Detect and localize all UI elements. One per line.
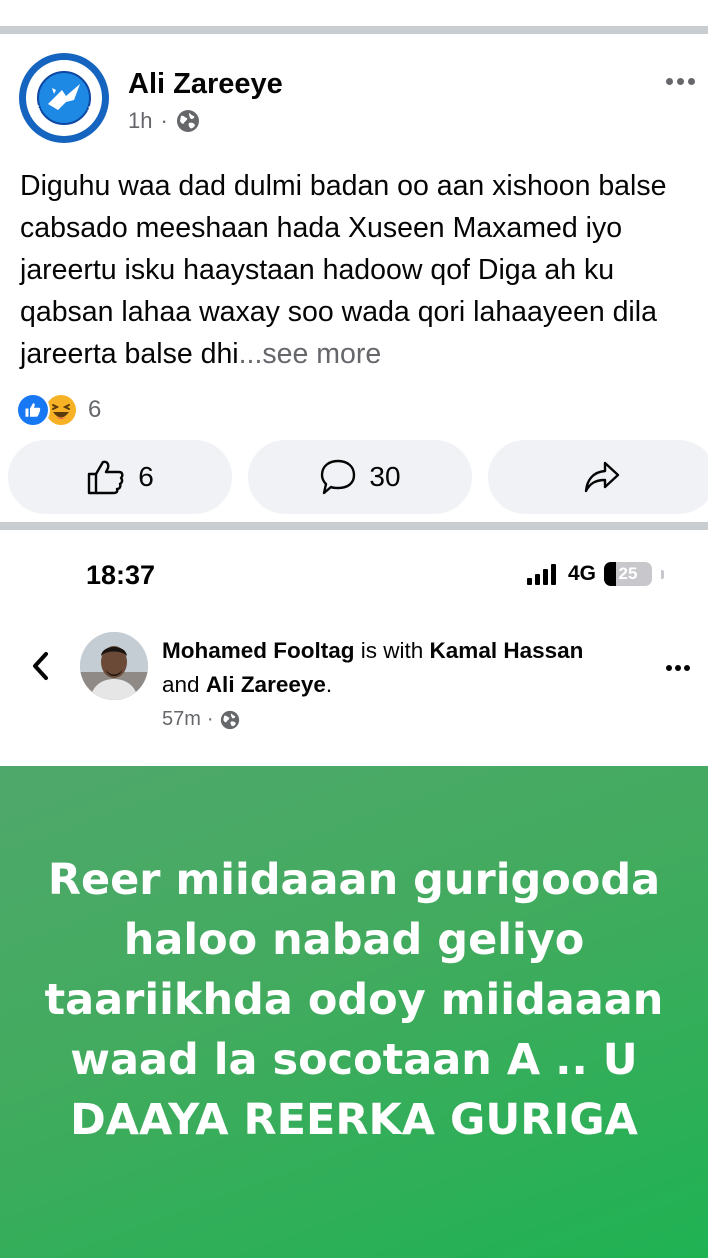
thumbs-up-icon <box>88 460 124 495</box>
xornimo-logo-icon: WARBAAHINTA WARARKA XORNIMO XORNIMO NEWS… <box>18 52 109 143</box>
shared-meta: 57m · <box>162 708 240 731</box>
comment-icon <box>321 459 356 495</box>
more-dot <box>684 665 690 671</box>
battery-icon: 25 <box>604 562 652 586</box>
more-dot <box>666 665 672 671</box>
reaction-summary[interactable]: 6 <box>16 392 101 428</box>
globe-icon <box>220 710 239 729</box>
reaction-count: 6 <box>88 396 102 423</box>
more-dot <box>687 77 695 85</box>
page-avatar[interactable]: WARBAAHINTA WARARKA XORNIMO XORNIMO NEWS… <box>18 52 110 144</box>
person-photo-icon <box>80 632 148 700</box>
like-count: 6 <box>138 461 154 492</box>
share-arrow-icon <box>584 461 620 493</box>
shared-post-header: Mohamed Fooltag is with Kamal Hassan and… <box>0 620 708 750</box>
share-button[interactable] <box>488 440 708 514</box>
battery-level: 25 <box>618 564 638 583</box>
more-dot <box>665 77 673 85</box>
post-body: Diguhu waa dad dulmi badan oo aan xishoo… <box>20 165 700 375</box>
shared-options-button[interactable] <box>662 658 694 678</box>
like-button[interactable]: 6 <box>8 440 232 514</box>
with-text: is with <box>360 638 424 663</box>
status-time: 18:37 <box>86 560 156 590</box>
post-meta: 1h · <box>128 108 200 134</box>
feed-divider <box>0 522 708 530</box>
text-post-card[interactable]: Reer miidaaan gurigooda haloo nabad geli… <box>0 766 708 1258</box>
comment-count: 30 <box>369 461 401 492</box>
feed-divider <box>0 26 708 34</box>
tagged-user-2[interactable]: Ali Zareeye <box>206 672 326 697</box>
author-name[interactable]: Ali Zareeye <box>128 68 283 101</box>
signal-icon <box>526 563 556 585</box>
see-more-link[interactable]: ...see more <box>239 338 382 370</box>
status-bar: 18:37 4G 25 <box>0 548 708 604</box>
meta-separator: · <box>160 108 168 133</box>
more-dot <box>676 77 684 85</box>
sharer-name[interactable]: Mohamed Fooltag <box>162 638 355 663</box>
back-chevron-icon[interactable] <box>26 648 54 684</box>
tagged-user-1[interactable]: Kamal Hassan <box>430 638 584 663</box>
sharer-avatar[interactable] <box>80 632 148 700</box>
meta-separator: · <box>206 708 214 730</box>
more-dot <box>675 665 681 671</box>
post-header: WARBAAHINTA WARARKA XORNIMO XORNIMO NEWS… <box>0 34 708 154</box>
action-bar: 6 30 <box>0 440 708 516</box>
shared-time[interactable]: 57m <box>162 708 201 731</box>
and-text: and <box>162 672 200 697</box>
like-reaction-icon <box>16 393 50 427</box>
share-attribution: Mohamed Fooltag is with Kamal Hassan and… <box>162 634 602 702</box>
status-indicators: 4G 25 <box>526 562 664 586</box>
battery-tip <box>661 569 664 579</box>
comment-button[interactable]: 30 <box>248 440 472 514</box>
network-type: 4G <box>567 562 596 585</box>
post-options-button[interactable] <box>660 68 700 94</box>
end-punct: . <box>325 672 333 697</box>
post-time[interactable]: 1h <box>128 108 152 134</box>
card-text: Reer miidaaan gurigooda haloo nabad geli… <box>44 855 664 1145</box>
globe-icon <box>176 110 199 132</box>
